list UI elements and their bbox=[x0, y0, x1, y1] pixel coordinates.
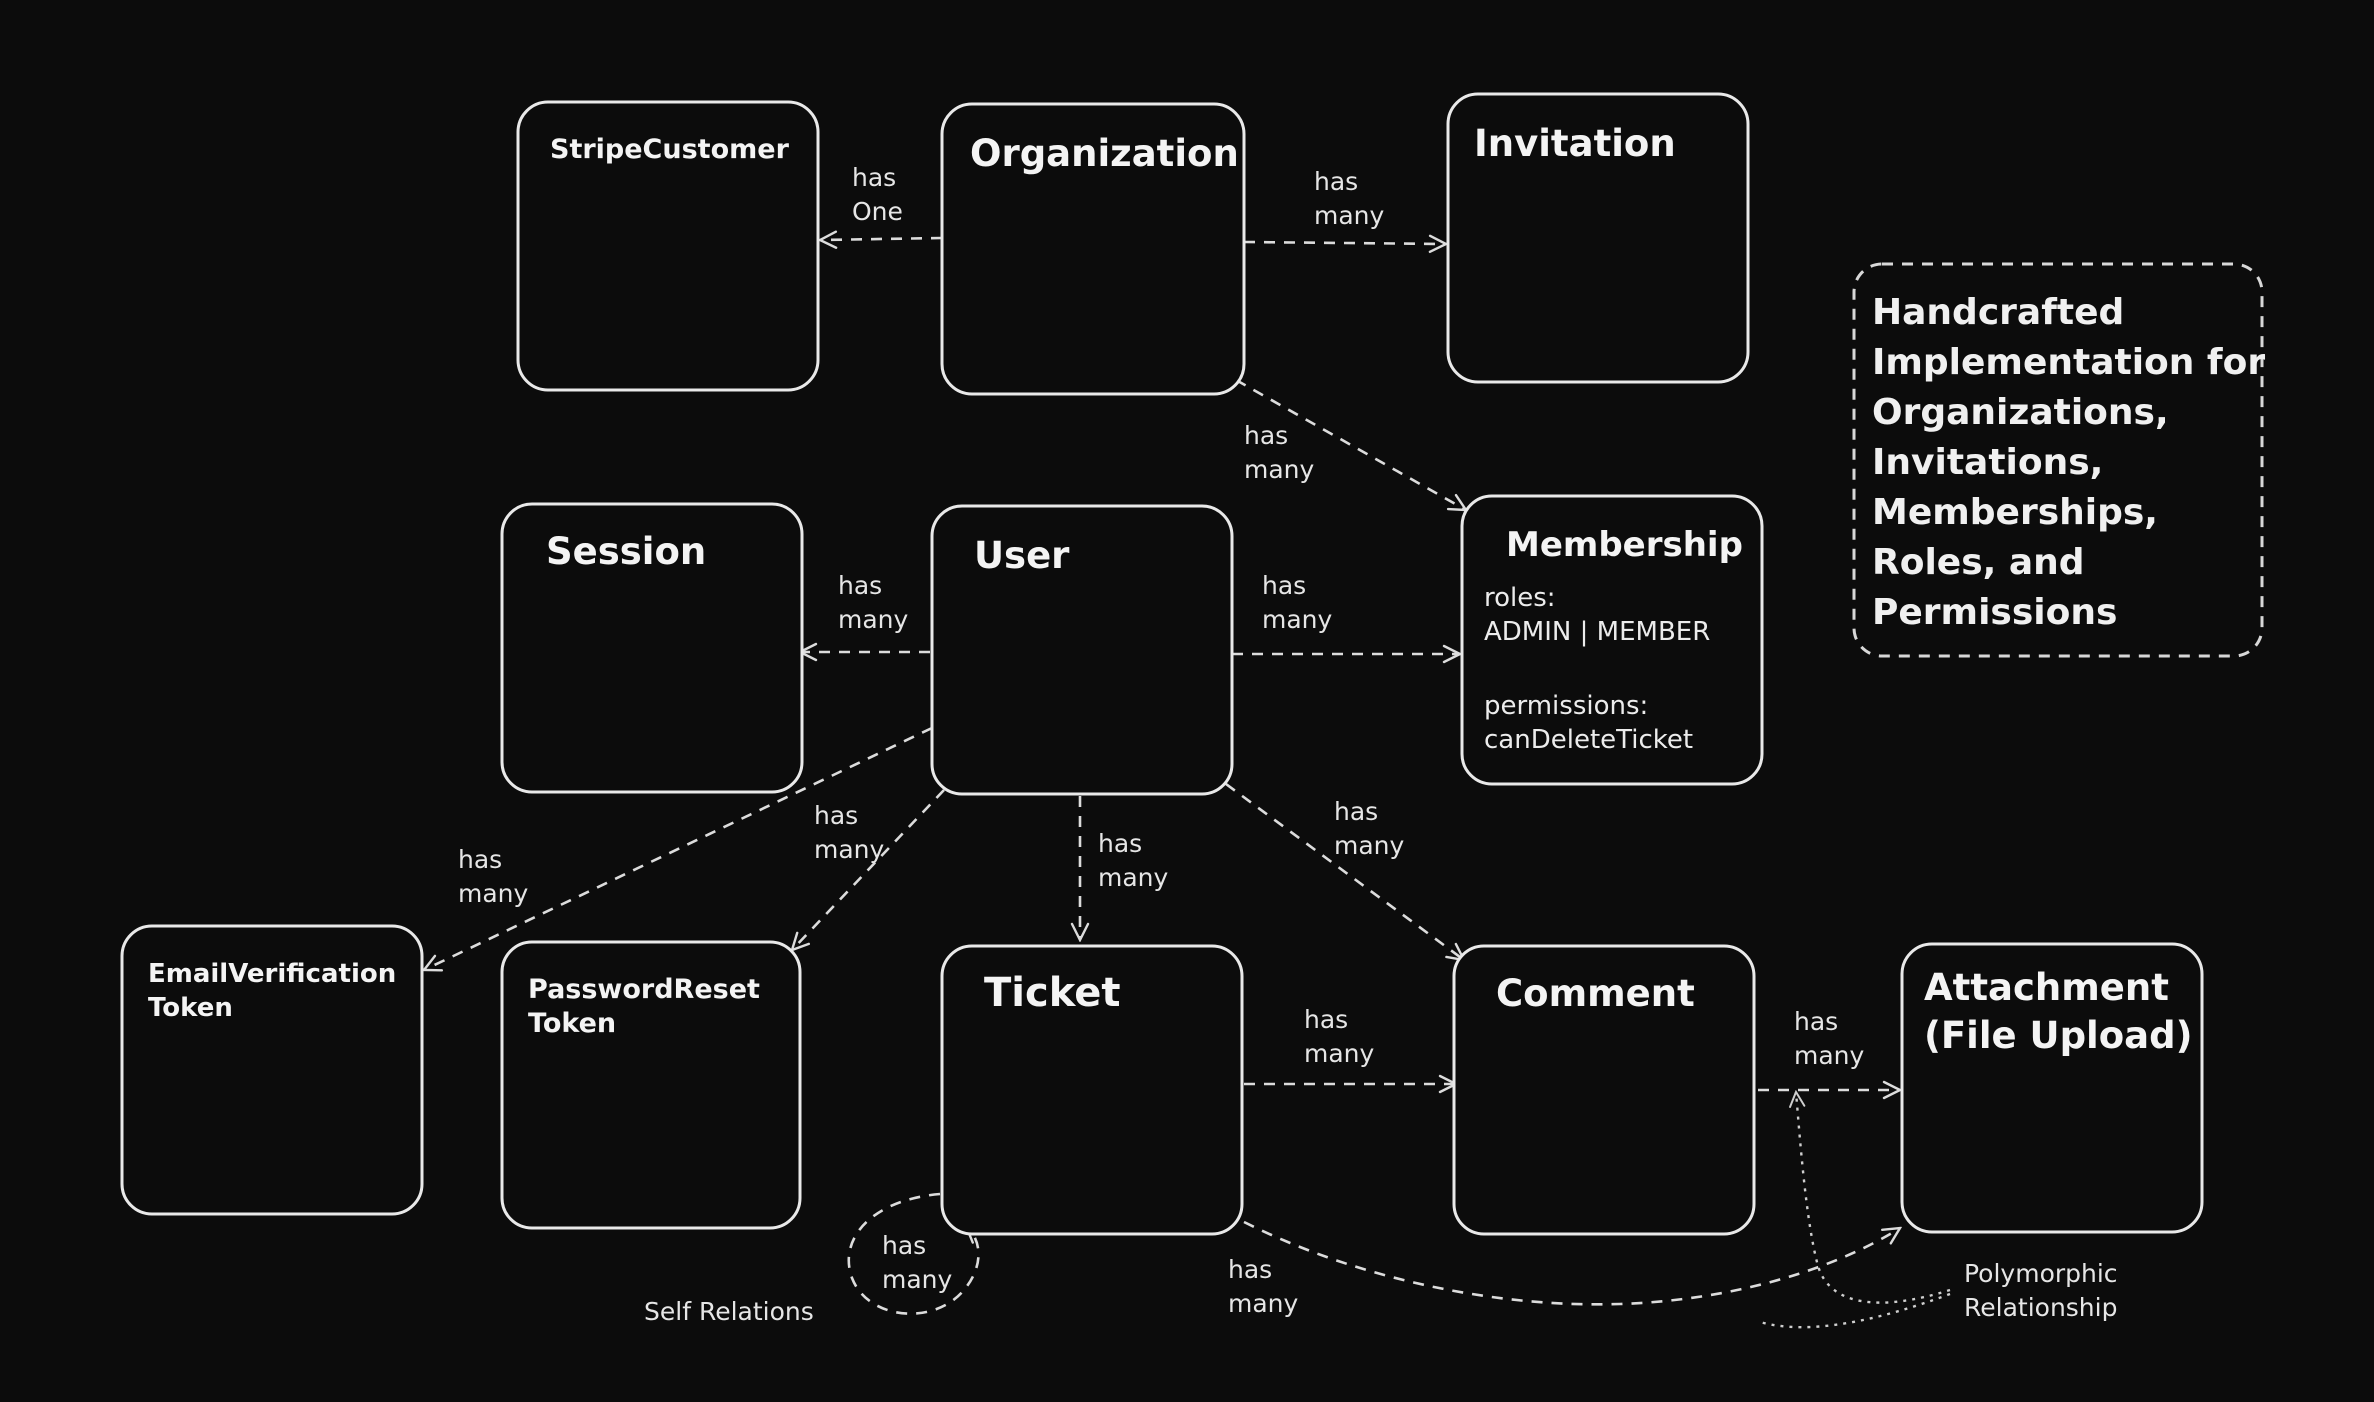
label-org-invitation: has many bbox=[1314, 167, 1385, 230]
entity-title: Token bbox=[528, 1008, 616, 1039]
entity-title: Attachment bbox=[1924, 966, 2169, 1009]
label-user-session: has many bbox=[838, 571, 909, 634]
svg-text:StripeCustomer: StripeCustomer bbox=[550, 134, 790, 165]
entity-title: User bbox=[974, 534, 1070, 577]
edge-org-stripe bbox=[820, 238, 943, 240]
entity-ticket[interactable]: Ticket bbox=[940, 944, 1244, 1236]
membership-field: permissions: bbox=[1484, 691, 1648, 721]
implementation-note: Handcrafted Implementation for Organizat… bbox=[1852, 262, 2278, 658]
entity-title: Session bbox=[546, 530, 706, 573]
entity-title: (File Upload) bbox=[1924, 1014, 2193, 1057]
label-ticket-comment: has many bbox=[1304, 1005, 1375, 1068]
entity-stripe-customer[interactable]: StripeCustomer bbox=[516, 100, 820, 392]
entity-invitation[interactable]: Invitation bbox=[1446, 92, 1750, 384]
membership-field: ADMIN | MEMBER bbox=[1484, 617, 1710, 647]
entity-organization[interactable]: Organization bbox=[940, 102, 1246, 396]
label-user-password-token: has many bbox=[814, 801, 885, 864]
entity-title: EmailVerification bbox=[148, 959, 396, 989]
entity-title: Token bbox=[148, 993, 233, 1023]
svg-text:Membership: Membership bbox=[1506, 525, 1743, 565]
membership-field: canDeleteTicket bbox=[1484, 725, 1693, 755]
entity-title: Invitation bbox=[1474, 122, 1676, 165]
label-user-comment: has many bbox=[1334, 797, 1405, 860]
entity-password-reset-token[interactable]: PasswordReset Token bbox=[500, 940, 802, 1230]
svg-text:Comment: Comment bbox=[1496, 972, 1695, 1015]
entity-session[interactable]: Session bbox=[500, 502, 804, 794]
label-comment-attachment: has many bbox=[1794, 1007, 1865, 1070]
entity-attachment[interactable]: Attachment (File Upload) bbox=[1900, 942, 2204, 1234]
svg-text:User: User bbox=[974, 534, 1070, 577]
entity-title: Membership bbox=[1506, 525, 1743, 565]
svg-text:Organization: Organization bbox=[970, 132, 1239, 175]
label-polymorphic: Polymorphic Relationship bbox=[1964, 1259, 2126, 1322]
diagram-canvas: StripeCustomer Organization Invitation S… bbox=[120, 92, 2278, 1329]
label-user-email-token: has many bbox=[458, 845, 529, 908]
label-ticket-attachment: has many bbox=[1228, 1255, 1299, 1318]
svg-text:Session: Session bbox=[546, 530, 706, 573]
label-ticket-self: has many bbox=[882, 1231, 953, 1294]
label-self-relations: Self Relations bbox=[644, 1297, 814, 1326]
note-text: Handcrafted Implementation for Organizat… bbox=[1872, 292, 2278, 633]
entity-title: Organization bbox=[970, 132, 1239, 175]
edge-polymorphic-b bbox=[1759, 1292, 1951, 1329]
entity-user[interactable]: User bbox=[930, 504, 1234, 796]
svg-text:Ticket: Ticket bbox=[984, 970, 1120, 1016]
edge-org-invitation bbox=[1243, 242, 1446, 244]
membership-field: roles: bbox=[1484, 583, 1556, 613]
entity-membership[interactable]: Membership roles: ADMIN | MEMBER permiss… bbox=[1460, 494, 1764, 786]
entity-email-verification-token[interactable]: EmailVerification Token bbox=[120, 924, 424, 1216]
label-org-stripe: has One bbox=[852, 163, 904, 226]
entity-title: PasswordReset bbox=[528, 974, 760, 1005]
entity-title: StripeCustomer bbox=[550, 134, 790, 165]
label-org-membership: has many bbox=[1244, 421, 1315, 484]
svg-text:Invitation: Invitation bbox=[1474, 122, 1676, 165]
label-user-ticket: has many bbox=[1098, 829, 1169, 892]
label-user-membership: has many bbox=[1262, 571, 1333, 634]
entity-comment[interactable]: Comment bbox=[1452, 944, 1756, 1236]
entity-title: Ticket bbox=[984, 970, 1120, 1016]
entity-title: Comment bbox=[1496, 972, 1695, 1015]
